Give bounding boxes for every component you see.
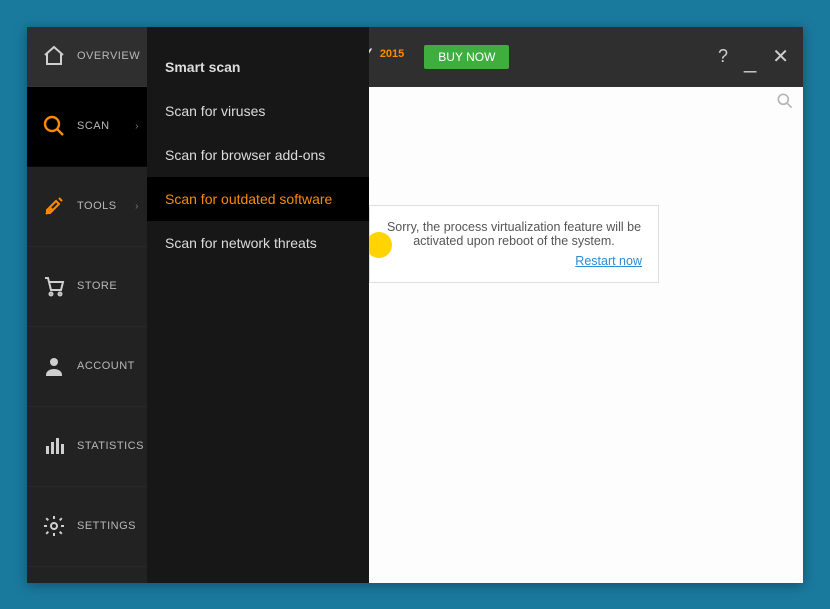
sidebar-item-label: SCAN [77, 120, 110, 132]
sidebar-item-label: STATISTICS [77, 440, 144, 452]
minimize-button[interactable]: _ [744, 48, 756, 74]
sidebar-item-settings[interactable]: SETTINGS [27, 487, 147, 567]
help-icon[interactable]: ? [718, 46, 728, 67]
scan-submenu: Smart scan Scan for viruses Scan for bro… [147, 27, 369, 583]
chevron-right-icon: › [135, 121, 139, 132]
submenu-item-scan-outdated[interactable]: Scan for outdated software [147, 177, 369, 221]
sidebar-item-label: SETTINGS [77, 520, 136, 532]
statistics-icon [41, 433, 67, 459]
sidebar: OVERVIEW SCAN › TOOLS › STORE [27, 27, 147, 583]
sidebar-item-account[interactable]: ACCOUNT [27, 327, 147, 407]
restart-now-link[interactable]: Restart now [386, 254, 642, 268]
sidebar-item-label: ACCOUNT [77, 360, 135, 372]
submenu-item-smart-scan[interactable]: Smart scan [147, 45, 369, 89]
sidebar-item-label: STORE [77, 280, 117, 292]
search-icon[interactable] [775, 91, 797, 113]
home-icon [41, 43, 67, 69]
notice-text-line1: Sorry, the process virtualization featur… [387, 220, 641, 234]
reboot-notice: Sorry, the process virtualization featur… [369, 205, 659, 283]
tools-icon [41, 193, 67, 219]
sidebar-item-overview[interactable]: OVERVIEW [27, 27, 147, 87]
notice-text-line2: activated upon reboot of the system. [413, 234, 615, 248]
gear-icon [41, 513, 67, 539]
sidebar-item-store[interactable]: STORE [27, 247, 147, 327]
submenu-item-scan-viruses[interactable]: Scan for viruses [147, 89, 369, 133]
close-button[interactable]: ✕ [772, 44, 789, 69]
app-window: ERNET SECURITY 2015 BUY NOW ? _ ✕ OVERVI… [27, 27, 803, 583]
chevron-right-icon: › [135, 201, 139, 212]
sidebar-item-tools[interactable]: TOOLS › [27, 167, 147, 247]
search-icon [41, 113, 67, 139]
sidebar-item-label: OVERVIEW [77, 50, 140, 62]
buy-now-button[interactable]: BUY NOW [424, 45, 509, 69]
main-content: Sorry, the process virtualization featur… [369, 87, 803, 583]
submenu-item-scan-network[interactable]: Scan for network threats [147, 221, 369, 265]
window-controls: ? _ ✕ [718, 27, 789, 87]
sidebar-item-scan[interactable]: SCAN › [27, 87, 147, 167]
sidebar-item-label: TOOLS [77, 200, 117, 212]
cart-icon [41, 273, 67, 299]
app-title-year: 2015 [380, 48, 404, 60]
sidebar-item-statistics[interactable]: STATISTICS [27, 407, 147, 487]
account-icon [41, 353, 67, 379]
submenu-item-scan-addons[interactable]: Scan for browser add-ons [147, 133, 369, 177]
status-indicator-icon [366, 232, 392, 258]
